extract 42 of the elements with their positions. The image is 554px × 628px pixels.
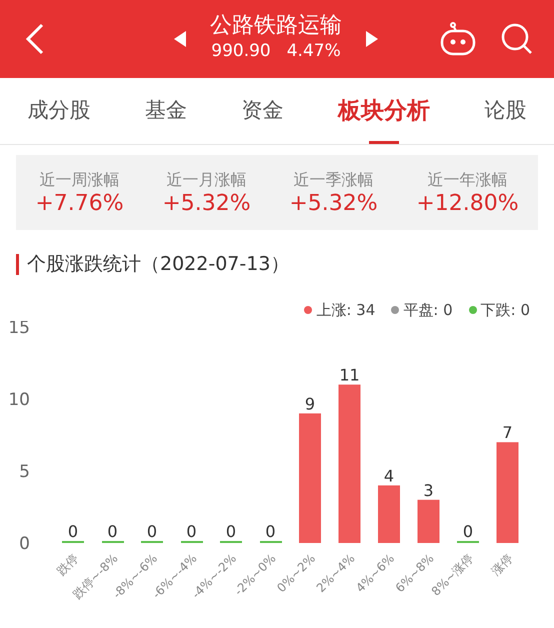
search-icon[interactable] — [500, 22, 534, 56]
stat-value: +5.32% — [289, 192, 378, 217]
stat-label: 近一周涨幅 — [38, 169, 120, 192]
data-label: 0 — [186, 522, 197, 542]
next-icon[interactable] — [366, 30, 378, 47]
stat-value: +12.80% — [416, 192, 519, 217]
tab[interactable]: 成分股 — [27, 78, 90, 144]
data-label: 9 — [304, 394, 316, 414]
tab[interactable]: 基金 — [144, 78, 187, 144]
tab[interactable]: 论股 — [484, 78, 527, 144]
back-icon[interactable] — [24, 23, 46, 55]
legend-label: 上涨: 34 — [316, 300, 376, 321]
sector-title: 公路铁路运输 — [210, 13, 342, 40]
data-label: 0 — [68, 522, 78, 542]
stat-label: 近一月涨幅 — [165, 169, 248, 192]
legend-label: 平盘: 0 — [403, 300, 453, 321]
prev-icon[interactable] — [174, 30, 186, 47]
tab[interactable]: 资金 — [241, 78, 284, 144]
robot-icon[interactable] — [440, 22, 476, 56]
y-tick-label: 0 — [19, 534, 30, 554]
data-label: 11 — [339, 366, 360, 385]
stat-value: +7.76% — [35, 192, 124, 217]
data-label: 0 — [265, 522, 276, 542]
stat-value: +5.32% — [162, 192, 251, 217]
data-label: 7 — [502, 424, 513, 443]
data-label: 3 — [423, 481, 434, 500]
section-title: 个股涨跌统计（2022-07-13） — [16, 254, 554, 275]
y-tick-label: 10 — [8, 390, 30, 410]
x-axis-label: 涨停 — [488, 552, 516, 578]
data-label: 0 — [226, 522, 236, 542]
stat-label: 近一季涨幅 — [292, 169, 374, 192]
data-label: 0 — [146, 522, 158, 542]
y-tick-label: 5 — [19, 462, 30, 482]
tab[interactable]: 板块分析 — [338, 78, 430, 144]
data-label: 0 — [107, 522, 118, 542]
data-label: 0 — [462, 522, 474, 542]
x-axis-label: 跌停 — [54, 552, 82, 578]
data-label: 4 — [384, 466, 394, 486]
stat-label: 近一年涨幅 — [426, 169, 508, 192]
index-value: 990.90 — [211, 40, 271, 64]
legend-label: 下跌: 0 — [480, 300, 530, 321]
change-percent: 4.47% — [286, 40, 341, 64]
